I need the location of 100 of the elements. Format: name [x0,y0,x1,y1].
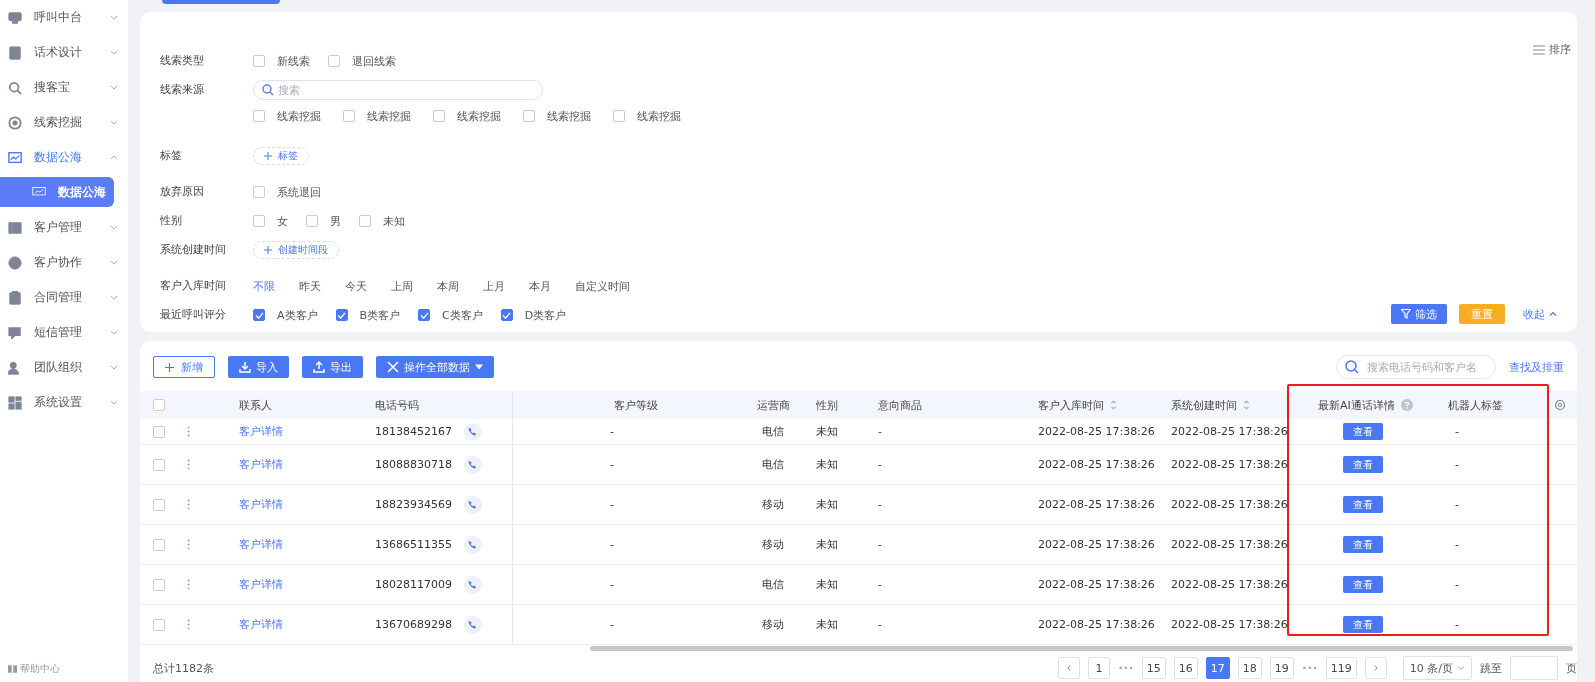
view-button[interactable]: 查看 [1343,616,1383,633]
sidebar-subitem[interactable]: 数据公海 [0,177,114,207]
export-button[interactable]: 导出 [302,356,363,378]
row-checkbox[interactable] [153,425,165,438]
time-option[interactable]: 本月 [529,278,551,294]
page-button[interactable]: 18 [1237,657,1262,679]
phone-icon[interactable] [464,422,482,441]
row-checkbox[interactable] [153,538,165,551]
phone-icon[interactable] [464,455,482,474]
sidebar-item[interactable]: 短信管理 [0,315,128,350]
sidebar-item[interactable]: 话术设计 [0,35,128,70]
checkbox-option[interactable]: 线索挖掘 [253,108,321,124]
checkbox[interactable] [328,55,340,67]
checkbox-option[interactable]: 未知 [359,213,405,229]
sort-button[interactable]: 排序 [1527,41,1577,58]
view-button[interactable]: 查看 [1343,576,1383,593]
customer-detail-link[interactable]: 客户详情 [239,497,283,512]
checkbox-option[interactable]: 退回线索 [328,53,396,69]
checkbox[interactable] [433,110,445,122]
view-button[interactable]: 查看 [1343,423,1383,440]
checkbox[interactable] [335,309,348,321]
customer-detail-link[interactable]: 客户详情 [239,577,283,592]
row-checkbox[interactable] [153,458,165,471]
checkbox[interactable] [359,215,371,227]
time-option[interactable]: 自定义时间 [575,278,630,294]
scrollbar[interactable] [590,646,1573,651]
add-button[interactable]: 新增 [153,356,215,378]
row-checkbox[interactable] [153,578,165,591]
sidebar-item[interactable]: 数据公海 [0,140,128,175]
sidebar-item[interactable]: 呼叫中台 [0,0,128,35]
page-button[interactable]: 16 [1173,657,1198,679]
sidebar-item[interactable]: 线索挖掘 [0,105,128,140]
search-field[interactable]: 搜索 [253,80,543,100]
prev-page-button[interactable] [1057,657,1080,679]
sidebar-item[interactable]: 合同管理 [0,280,128,315]
checkbox-option[interactable]: 线索挖掘 [523,108,591,124]
sort-icon[interactable] [1243,400,1250,410]
page-button[interactable]: 17 [1205,657,1230,679]
sidebar-item[interactable]: 系统设置 [0,385,128,420]
time-option[interactable]: 今天 [345,278,367,294]
time-option[interactable]: 上月 [483,278,505,294]
customer-detail-link[interactable]: 客户详情 [239,457,283,472]
button-edge[interactable] [162,0,280,4]
checkbox-option[interactable]: 新线索 [253,53,310,69]
checkbox-option[interactable]: 男 [306,213,341,229]
phone-icon[interactable] [464,495,482,514]
more-icon[interactable] [187,539,190,550]
checkbox-option[interactable]: A类客户 [253,307,318,323]
page-size-select[interactable]: 10 条/页 [1402,656,1472,680]
customer-detail-link[interactable]: 客户详情 [239,537,283,552]
checkbox-option[interactable]: 系统退回 [253,184,321,200]
more-icon[interactable] [187,459,190,470]
view-button[interactable]: 查看 [1343,456,1383,473]
checkbox-option[interactable]: C类客户 [418,307,483,323]
add-button[interactable]: 标签 [253,147,309,165]
more-icon[interactable] [187,619,190,630]
next-page-button[interactable] [1364,657,1387,679]
view-button[interactable]: 查看 [1343,536,1383,553]
checkbox[interactable] [418,309,431,321]
collapse-link[interactable]: 收起 [1517,306,1557,322]
sidebar-item[interactable]: 搜客宝 [0,70,128,105]
dedupe-link[interactable]: 查找及排重 [1509,359,1564,375]
checkbox-option[interactable]: 女 [253,213,288,229]
checkbox-option[interactable]: B类客户 [335,307,401,323]
sidebar-item[interactable]: 团队组织 [0,350,128,385]
checkbox-option[interactable]: D类客户 [500,307,567,323]
time-option[interactable]: 昨天 [299,278,321,294]
page-button[interactable]: 19 [1269,657,1294,679]
checkbox[interactable] [253,110,265,122]
row-checkbox[interactable] [153,618,165,631]
checkbox[interactable] [306,215,318,227]
view-button[interactable]: 查看 [1343,496,1383,513]
checkbox[interactable] [253,215,265,227]
checkbox[interactable] [343,110,355,122]
checkbox-option[interactable]: 线索挖掘 [433,108,501,124]
search-field[interactable]: 搜索电话号码和客户名 [1336,355,1496,379]
checkbox-option[interactable]: 线索挖掘 [613,108,681,124]
settings-icon[interactable] [1554,399,1566,411]
more-icon[interactable] [187,579,190,590]
checkbox-option[interactable]: 线索挖掘 [343,108,411,124]
checkbox[interactable] [253,186,265,198]
import-button[interactable]: 导入 [228,356,289,378]
time-option[interactable]: 本周 [437,278,459,294]
more-icon[interactable] [187,499,190,510]
row-checkbox[interactable] [153,498,165,511]
checkbox[interactable] [253,309,265,321]
page-button[interactable]: 1 [1087,657,1110,679]
sort-icon[interactable] [1110,400,1117,410]
checkbox[interactable] [500,309,513,321]
add-button[interactable]: 创建时间段 [253,241,339,259]
bulk-actions-button[interactable]: 操作全部数据 [376,356,494,378]
phone-icon[interactable] [464,535,482,554]
page-button[interactable]: 119 [1325,657,1357,679]
filter-button[interactable]: 筛选 [1391,304,1447,324]
checkbox[interactable] [523,110,535,122]
customer-detail-link[interactable]: 客户详情 [239,617,283,632]
phone-icon[interactable] [464,615,482,634]
sidebar-item[interactable]: 客户协作 [0,245,128,280]
time-option[interactable]: 不限 [253,278,275,294]
page-input[interactable] [1510,656,1558,680]
